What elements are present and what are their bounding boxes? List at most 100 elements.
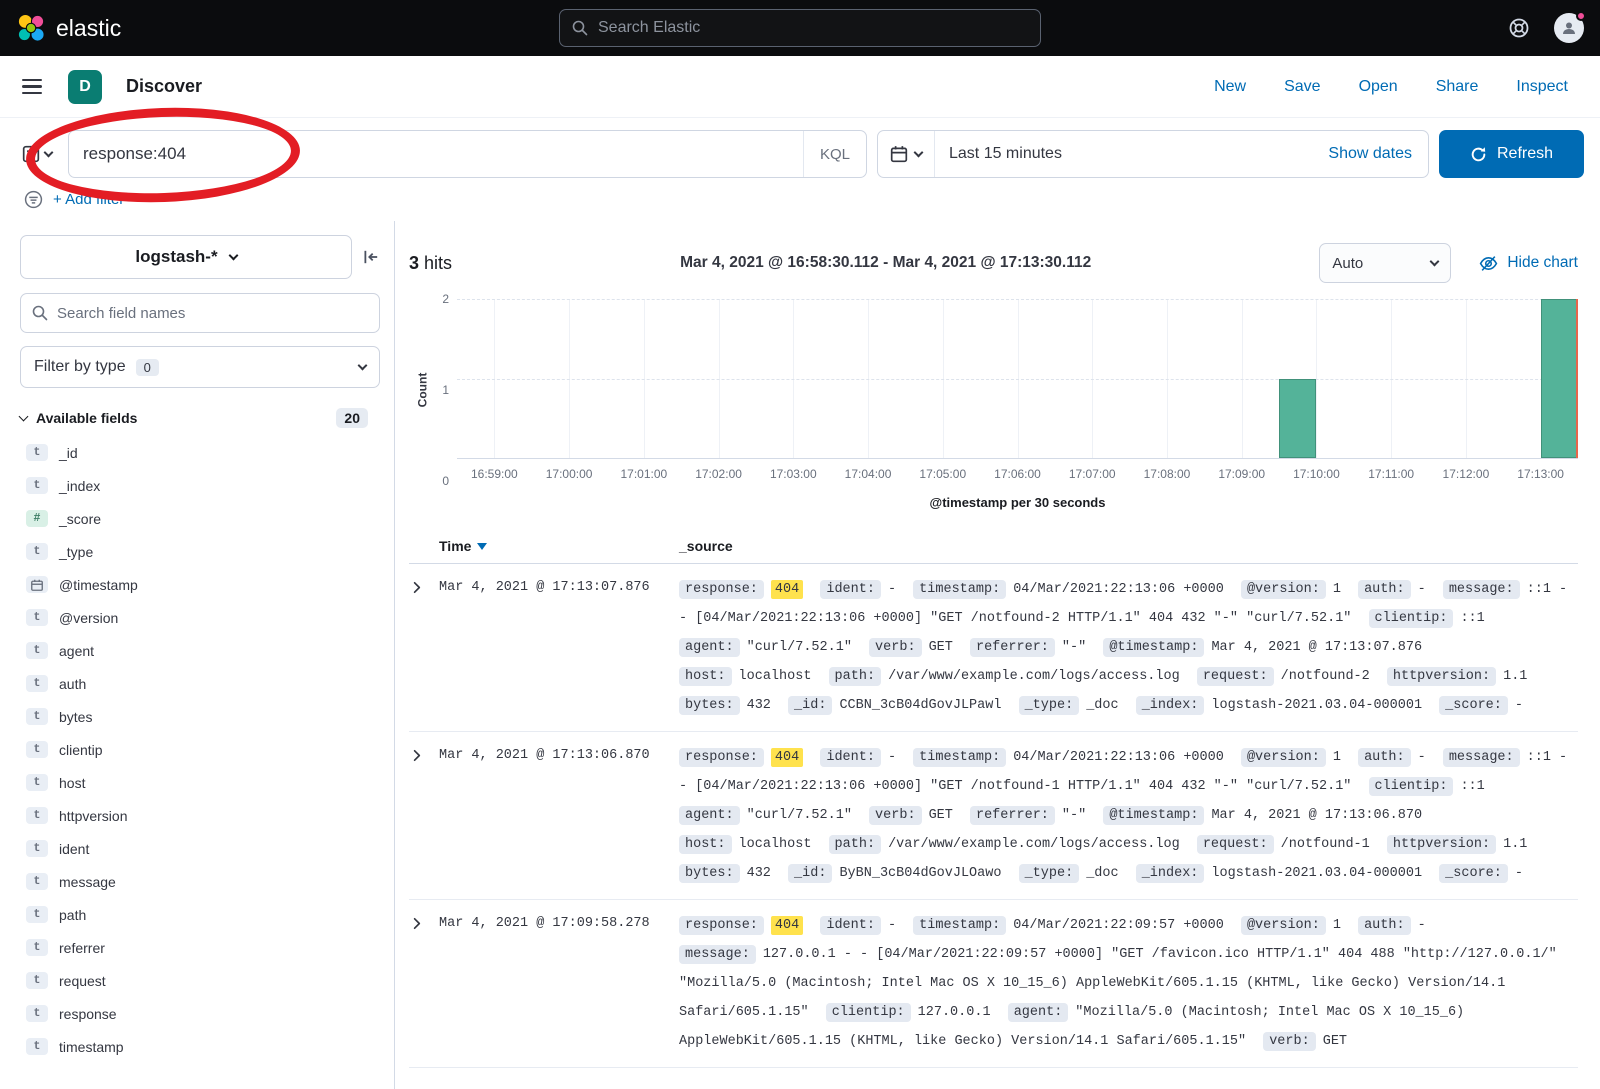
notification-dot: [1576, 11, 1586, 21]
query-language-button[interactable]: KQL: [803, 131, 866, 177]
source-field-badge: _type:: [1019, 696, 1080, 715]
share-button[interactable]: Share: [1436, 78, 1479, 96]
source-field-value: ::1: [1460, 779, 1484, 794]
user-avatar[interactable]: [1554, 13, 1584, 43]
query-text[interactable]: response:404: [83, 144, 803, 164]
source-field-badge: _id:: [788, 696, 832, 715]
global-search[interactable]: [559, 9, 1041, 47]
field-item-type[interactable]: t_type: [20, 535, 380, 568]
filter-icon[interactable]: [24, 190, 43, 209]
chart-horizontal-gridline: [457, 299, 1578, 300]
field-item-request[interactable]: trequest: [20, 964, 380, 997]
source-field-badge: _score:: [1439, 696, 1508, 715]
time-range-value[interactable]: Last 15 minutes: [935, 131, 1312, 177]
x-axis-title: @timestamp per 30 seconds: [457, 495, 1578, 510]
elastic-logo[interactable]: elastic: [16, 13, 121, 43]
field-type-icon: t: [26, 774, 48, 791]
x-axis-tick-label: 17:11:00: [1368, 467, 1414, 481]
chart-plot: [457, 299, 1578, 459]
date-picker: Last 15 minutes Show dates: [877, 130, 1429, 178]
x-axis-tick-label: 17:03:00: [770, 467, 817, 481]
source-field-value: -: [1418, 918, 1426, 933]
field-name: request: [59, 973, 106, 989]
field-name: @version: [59, 610, 118, 626]
field-type-icon: t: [26, 477, 48, 494]
calendar-icon: [26, 576, 48, 593]
doc-table-row: Mar 4, 2021 @ 17:09:58.278response:404 i…: [409, 900, 1578, 1068]
discover-app-badge[interactable]: D: [68, 70, 102, 104]
histogram-bar[interactable]: [1541, 299, 1578, 458]
field-item-auth[interactable]: tauth: [20, 667, 380, 700]
source-field-badge: auth:: [1358, 748, 1411, 767]
field-item-score[interactable]: # _score: [20, 502, 380, 535]
hide-chart-button[interactable]: Hide chart: [1479, 254, 1578, 273]
field-item-referrer[interactable]: t referrer: [20, 931, 380, 964]
elastic-logo-icon: [16, 13, 46, 43]
field-item-httpversion[interactable]: thttpversion: [20, 799, 380, 832]
global-search-input[interactable]: [598, 19, 1028, 37]
doc-table-header: Time _source: [409, 532, 1578, 564]
expand-doc-button[interactable]: [409, 575, 439, 720]
field-item-agent[interactable]: tagent: [20, 634, 380, 667]
field-item-id[interactable]: t_id: [20, 436, 380, 469]
inspect-button[interactable]: Inspect: [1516, 78, 1568, 96]
histogram-bar[interactable]: [1279, 379, 1316, 459]
query-section: response:404 KQL Last 15 minutes Show da…: [0, 118, 1600, 221]
refresh-icon: [1470, 146, 1487, 163]
save-button[interactable]: Save: [1284, 78, 1320, 96]
field-item-response[interactable]: tresponse: [20, 997, 380, 1030]
field-name: referrer: [59, 940, 105, 956]
field-item-timestamp[interactable]: @timestamp: [20, 568, 380, 601]
collapse-sidebar-icon[interactable]: [362, 248, 380, 266]
available-fields-toggle[interactable]: Available fields 20: [20, 408, 380, 428]
field-item-version[interactable]: t@version: [20, 601, 380, 634]
field-item-path[interactable]: tpath: [20, 898, 380, 931]
time-column-header[interactable]: Time: [439, 538, 679, 554]
histogram-chart: Count 012 16:59:0017:00:0017:01:0017:02:…: [409, 299, 1578, 481]
source-field-badge: ident:: [820, 916, 881, 935]
doc-table-row: Mar 4, 2021 @ 17:13:06.870response:404 i…: [409, 732, 1578, 900]
field-search[interactable]: [20, 293, 380, 333]
source-field-value: "curl/7.52.1": [747, 640, 852, 655]
hits-label: hits: [424, 253, 452, 273]
new-button[interactable]: New: [1214, 78, 1246, 96]
field-search-input[interactable]: [57, 305, 368, 322]
doc-table-row: Mar 4, 2021 @ 17:13:07.876response:404 i…: [409, 564, 1578, 732]
source-field-value: /var/www/example.com/logs/access.log: [888, 837, 1180, 852]
chart-horizontal-gridline: [457, 379, 1578, 380]
saved-query-menu-button[interactable]: [16, 130, 58, 178]
open-button[interactable]: Open: [1359, 78, 1398, 96]
add-filter-button[interactable]: + Add filter: [53, 191, 124, 208]
field-item-clientip[interactable]: tclientip: [20, 733, 380, 766]
index-pattern-select[interactable]: logstash-*: [20, 235, 352, 279]
interval-select[interactable]: Auto: [1319, 243, 1451, 283]
field-name: httpversion: [59, 808, 127, 824]
field-item-message[interactable]: tmessage: [20, 865, 380, 898]
source-field-value: 04/Mar/2021:22:13:06 +0000: [1013, 582, 1224, 597]
field-type-icon: #: [26, 510, 48, 527]
chevron-down-icon: [44, 147, 54, 157]
expand-doc-button[interactable]: [409, 743, 439, 888]
show-dates-button[interactable]: Show dates: [1312, 131, 1428, 177]
query-input[interactable]: response:404 KQL: [68, 130, 867, 178]
menu-toggle-button[interactable]: [18, 75, 46, 99]
source-field-badge: agent:: [1008, 1003, 1069, 1022]
field-type-icon: t: [26, 939, 48, 956]
field-item-host[interactable]: thost: [20, 766, 380, 799]
date-picker-calendar-button[interactable]: [878, 131, 935, 177]
field-item-timestamp[interactable]: ttimestamp: [20, 1030, 380, 1063]
filter-by-type-select[interactable]: Filter by type 0: [20, 346, 380, 388]
field-name: _score: [59, 511, 101, 527]
chart-plot-area: 16:59:0017:00:0017:01:0017:02:0017:03:00…: [457, 299, 1578, 481]
help-icon[interactable]: [1508, 17, 1530, 39]
x-axis-tick-label: 17:00:00: [546, 467, 593, 481]
source-field-badge: @timestamp:: [1103, 638, 1204, 657]
source-field-value: localhost: [739, 669, 812, 684]
refresh-button[interactable]: Refresh: [1439, 130, 1584, 178]
available-fields-count-badge: 20: [336, 408, 368, 428]
field-item-index[interactable]: t_index: [20, 469, 380, 502]
expand-doc-button[interactable]: [409, 911, 439, 1056]
field-item-ident[interactable]: tident: [20, 832, 380, 865]
source-field-value: _doc: [1086, 866, 1118, 881]
field-item-bytes[interactable]: tbytes: [20, 700, 380, 733]
